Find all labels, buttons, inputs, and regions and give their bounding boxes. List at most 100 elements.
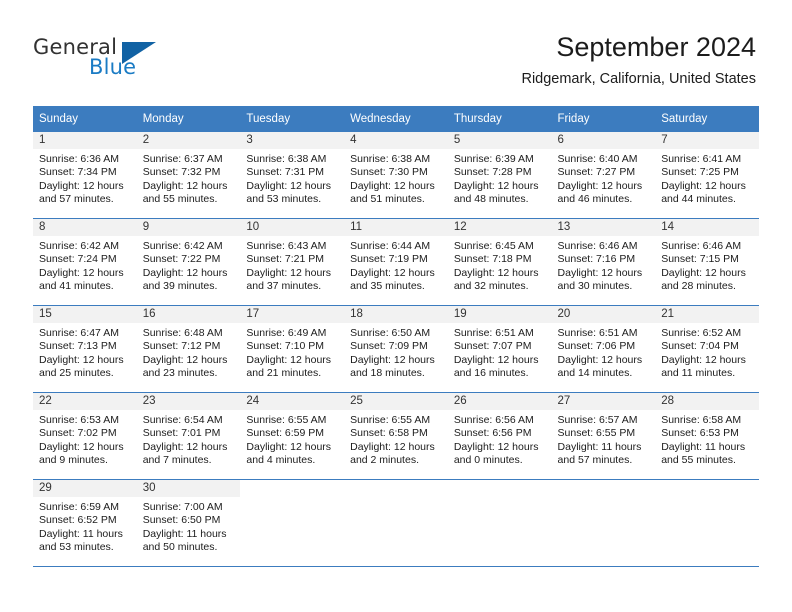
day-cell[interactable]: 10 Sunrise: 6:43 AM Sunset: 7:21 PM Dayligh… (240, 219, 345, 305)
day-cell[interactable]: 25 Sunrise: 6:55 AM Sunset: 6:58 PM Dayligh… (344, 393, 448, 479)
day-cell-empty (344, 480, 448, 566)
sunset-text: Sunset: 7:15 PM (661, 253, 739, 266)
calendar-cell: 24 Sunrise: 6:55 AM Sunset: 6:59 PM Dayligh… (240, 392, 345, 480)
daylight-text-line1: Daylight: 12 hours (661, 179, 746, 192)
day-cell[interactable]: 29 Sunrise: 6:59 AM Sunset: 6:52 PM Dayligh… (33, 480, 137, 566)
daylight-text-line1: Daylight: 12 hours (142, 266, 228, 279)
sunset-text: Sunset: 7:12 PM (142, 340, 221, 353)
weekday-header-friday: Friday (551, 106, 656, 132)
day-cell[interactable]: 21 Sunrise: 6:52 AM Sunset: 7:04 PM Dayligh… (655, 306, 759, 392)
day-cell[interactable]: 9 Sunrise: 6:42 AM Sunset: 7:22 PM Daylight… (136, 219, 241, 305)
day-number (240, 480, 344, 497)
sunrise-text: Sunrise: 6:55 AM (246, 414, 327, 426)
sunrise-text: Sunrise: 6:36 AM (39, 153, 119, 165)
day-number: 6 (551, 132, 656, 149)
daylight-text-line2: and 28 minutes. (661, 280, 736, 293)
day-cell[interactable]: 6 Sunrise: 6:40 AM Sunset: 7:27 PM Daylight… (551, 132, 656, 218)
day-number: 30 (136, 480, 241, 497)
sunset-text: Sunset: 7:31 PM (246, 166, 325, 179)
calendar-cell: 29 Sunrise: 6:59 AM Sunset: 6:52 PM Dayligh… (33, 479, 137, 567)
day-number: 19 (447, 306, 552, 323)
daylight-text-line2: and 4 minutes. (246, 454, 316, 467)
daylight-text-line1: Daylight: 11 hours (557, 440, 642, 453)
day-cell[interactable]: 12 Sunrise: 6:45 AM Sunset: 7:18 PM Dayligh… (447, 219, 552, 305)
day-number (552, 480, 656, 497)
day-number: 8 (33, 219, 137, 236)
day-cell[interactable]: 13 Sunrise: 6:46 AM Sunset: 7:16 PM Dayligh… (551, 219, 656, 305)
daylight-text-line2: and 44 minutes. (661, 193, 736, 206)
day-cell[interactable]: 7 Sunrise: 6:41 AM Sunset: 7:25 PM Daylight… (655, 132, 759, 218)
sunrise-text: Sunrise: 6:40 AM (557, 153, 638, 165)
sunrise-text: Sunrise: 6:41 AM (661, 153, 742, 165)
day-cell[interactable]: 22 Sunrise: 6:53 AM Sunset: 7:02 PM Dayligh… (33, 393, 137, 479)
day-number: 24 (240, 393, 345, 410)
day-cell[interactable]: 17 Sunrise: 6:49 AM Sunset: 7:10 PM Dayligh… (240, 306, 345, 392)
sunrise-text: Sunrise: 6:43 AM (246, 240, 327, 252)
sunrise-text: Sunrise: 6:42 AM (39, 240, 119, 252)
sunset-text: Sunset: 7:18 PM (453, 253, 532, 266)
day-number: 13 (551, 219, 656, 236)
day-number: 3 (240, 132, 345, 149)
day-cell[interactable]: 27 Sunrise: 6:57 AM Sunset: 6:55 PM Dayligh… (551, 393, 656, 479)
sunrise-text: Sunrise: 6:53 AM (39, 414, 119, 426)
general-blue-logo[interactable]: General Blue (33, 36, 213, 84)
day-details: Sunrise: 6:55 AM Sunset: 6:58 PM Daylight:… (344, 410, 448, 468)
day-details: Sunrise: 6:38 AM Sunset: 7:30 PM Daylight:… (344, 149, 448, 207)
calendar-cell: 20 Sunrise: 6:51 AM Sunset: 7:06 PM Dayligh… (551, 305, 656, 393)
day-details: Sunrise: 6:47 AM Sunset: 7:13 PM Daylight:… (33, 323, 137, 381)
day-cell[interactable]: 18 Sunrise: 6:50 AM Sunset: 7:09 PM Dayligh… (344, 306, 448, 392)
daylight-text-line1: Daylight: 12 hours (350, 266, 435, 279)
daylight-text-line2: and 0 minutes. (453, 454, 523, 467)
calendar-cell: 21 Sunrise: 6:52 AM Sunset: 7:04 PM Dayligh… (655, 305, 759, 393)
day-number: 2 (136, 132, 241, 149)
calendar-cell: 11 Sunrise: 6:44 AM Sunset: 7:19 PM Dayligh… (344, 218, 448, 306)
day-cell[interactable]: 24 Sunrise: 6:55 AM Sunset: 6:59 PM Dayligh… (240, 393, 345, 479)
day-cell[interactable]: 16 Sunrise: 6:48 AM Sunset: 7:12 PM Dayligh… (136, 306, 241, 392)
day-number: 10 (240, 219, 345, 236)
sunrise-text: Sunrise: 7:00 AM (142, 501, 223, 513)
day-details: Sunrise: 6:44 AM Sunset: 7:19 PM Daylight:… (344, 236, 448, 294)
daylight-text-line1: Daylight: 12 hours (557, 179, 643, 192)
sunset-text: Sunset: 7:19 PM (350, 253, 428, 266)
sunset-text: Sunset: 7:28 PM (453, 166, 532, 179)
daylight-text-line2: and 23 minutes. (142, 367, 218, 380)
day-number: 14 (655, 219, 759, 236)
day-cell[interactable]: 15 Sunrise: 6:47 AM Sunset: 7:13 PM Dayligh… (33, 306, 137, 392)
day-cell[interactable]: 5 Sunrise: 6:39 AM Sunset: 7:28 PM Daylight… (447, 132, 552, 218)
sunset-text: Sunset: 7:10 PM (246, 340, 325, 353)
sunrise-text: Sunrise: 6:42 AM (142, 240, 223, 252)
day-cell[interactable]: 1 Sunrise: 6:36 AM Sunset: 7:34 PM Daylight… (33, 132, 137, 218)
calendar-cell: 27 Sunrise: 6:57 AM Sunset: 6:55 PM Dayligh… (551, 392, 656, 480)
day-cell[interactable]: 28 Sunrise: 6:58 AM Sunset: 6:53 PM Dayligh… (655, 393, 759, 479)
calendar-table: Sunday Monday Tuesday Wednesday Thursday… (33, 106, 759, 567)
daylight-text-line2: and 41 minutes. (39, 280, 114, 293)
day-cell[interactable]: 14 Sunrise: 6:46 AM Sunset: 7:15 PM Dayligh… (655, 219, 759, 305)
calendar-cell: 16 Sunrise: 6:48 AM Sunset: 7:12 PM Dayligh… (136, 305, 241, 393)
calendar-cell: 23 Sunrise: 6:54 AM Sunset: 7:01 PM Dayligh… (136, 392, 241, 480)
weekday-header-sunday: Sunday (33, 106, 137, 132)
day-cell[interactable]: 23 Sunrise: 6:54 AM Sunset: 7:01 PM Dayligh… (136, 393, 241, 479)
daylight-text-line2: and 57 minutes. (557, 454, 633, 467)
day-number: 23 (136, 393, 241, 410)
day-cell[interactable]: 30 Sunrise: 7:00 AM Sunset: 6:50 PM Dayligh… (136, 480, 241, 566)
day-details: Sunrise: 6:41 AM Sunset: 7:25 PM Daylight:… (655, 149, 759, 207)
day-cell[interactable]: 3 Sunrise: 6:38 AM Sunset: 7:31 PM Daylight… (240, 132, 345, 218)
calendar-week-row: 8 Sunrise: 6:42 AM Sunset: 7:24 PM Daylight… (33, 218, 759, 306)
day-cell[interactable]: 4 Sunrise: 6:38 AM Sunset: 7:30 PM Daylight… (344, 132, 448, 218)
day-cell[interactable]: 26 Sunrise: 6:56 AM Sunset: 6:56 PM Dayligh… (447, 393, 552, 479)
daylight-text-line1: Daylight: 11 hours (142, 527, 227, 540)
calendar-cell: 3 Sunrise: 6:38 AM Sunset: 7:31 PM Daylight… (240, 131, 345, 219)
day-cell[interactable]: 11 Sunrise: 6:44 AM Sunset: 7:19 PM Dayligh… (344, 219, 448, 305)
daylight-text-line2: and 16 minutes. (453, 367, 529, 380)
day-cell[interactable]: 8 Sunrise: 6:42 AM Sunset: 7:24 PM Daylight… (33, 219, 137, 305)
daylight-text-line1: Daylight: 12 hours (142, 179, 228, 192)
sunset-text: Sunset: 7:13 PM (39, 340, 117, 353)
sunset-text: Sunset: 7:04 PM (661, 340, 739, 353)
day-cell[interactable]: 20 Sunrise: 6:51 AM Sunset: 7:06 PM Dayligh… (551, 306, 656, 392)
day-details: Sunrise: 6:51 AM Sunset: 7:07 PM Daylight:… (448, 323, 552, 381)
day-number: 27 (551, 393, 656, 410)
day-cell[interactable]: 19 Sunrise: 6:51 AM Sunset: 7:07 PM Dayligh… (447, 306, 552, 392)
day-cell[interactable]: 2 Sunrise: 6:37 AM Sunset: 7:32 PM Daylight… (136, 132, 241, 218)
day-details: Sunrise: 6:54 AM Sunset: 7:01 PM Daylight:… (137, 410, 241, 468)
daylight-text-line2: and 25 minutes. (39, 367, 114, 380)
